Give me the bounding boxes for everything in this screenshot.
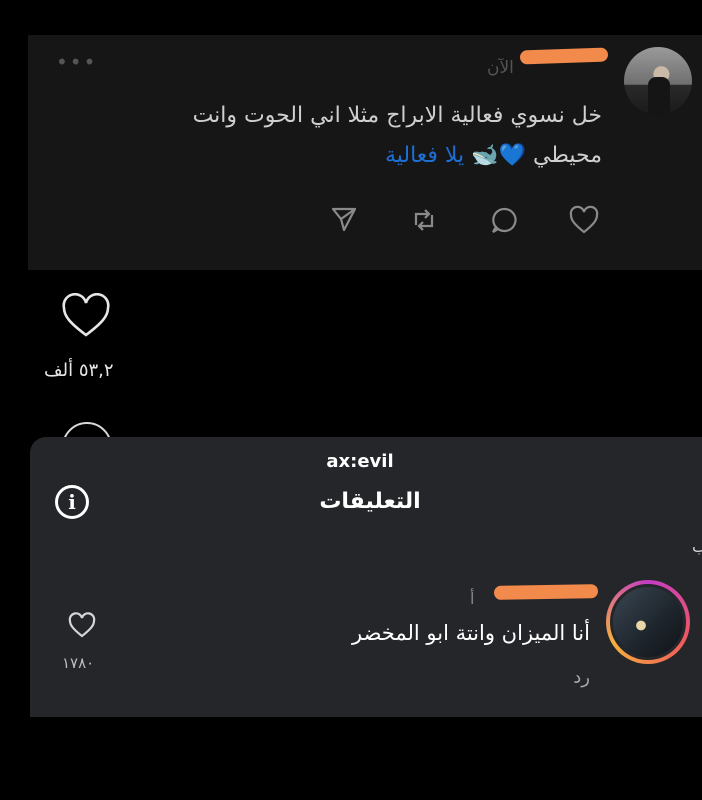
commenter-name-redaction	[493, 584, 599, 600]
tweet-text: خل نسوي فعالية الابراج مثلا اني الحوت وا…	[122, 96, 602, 176]
watermark-label: ax:evil	[326, 451, 394, 472]
reel-like-button[interactable]	[60, 292, 112, 343]
tweet-text-line2: محيطي 💙🐋 يلا فعالية	[122, 136, 602, 176]
edge-glyph: ب	[692, 537, 702, 556]
comment-meta: أ	[470, 589, 475, 608]
commenter-avatar[interactable]	[606, 580, 690, 664]
comment-like-button[interactable]	[67, 612, 97, 643]
tweet-emojis: 💙🐋	[471, 143, 526, 168]
tweet-hashtag[interactable]: يلا فعالية	[385, 143, 464, 168]
reply-icon[interactable]	[489, 205, 519, 235]
tweet-author-avatar[interactable]	[624, 47, 692, 115]
comments-sheet	[30, 437, 702, 717]
reply-button[interactable]: رد	[573, 667, 590, 688]
share-icon[interactable]	[330, 205, 358, 233]
comment-text: أنا الميزان وانتة ابو المخضر	[351, 621, 590, 645]
tweet-text-word: محيطي	[532, 143, 602, 168]
tweet-timestamp: الآن	[487, 58, 514, 78]
like-icon[interactable]	[568, 205, 600, 235]
info-icon[interactable]: i	[55, 485, 89, 519]
tweet-text-line1: خل نسوي فعالية الابراج مثلا اني الحوت وا…	[192, 103, 602, 128]
reel-like-count: ٥٣,٢ ألف	[44, 360, 114, 381]
more-icon[interactable]: •••	[56, 50, 97, 74]
retweet-icon[interactable]	[409, 205, 439, 235]
heart-icon	[62, 292, 110, 337]
comments-title: التعليقات	[319, 489, 421, 514]
comment-like-count: ١٧٨٠	[62, 654, 95, 672]
heart-icon	[68, 612, 96, 638]
